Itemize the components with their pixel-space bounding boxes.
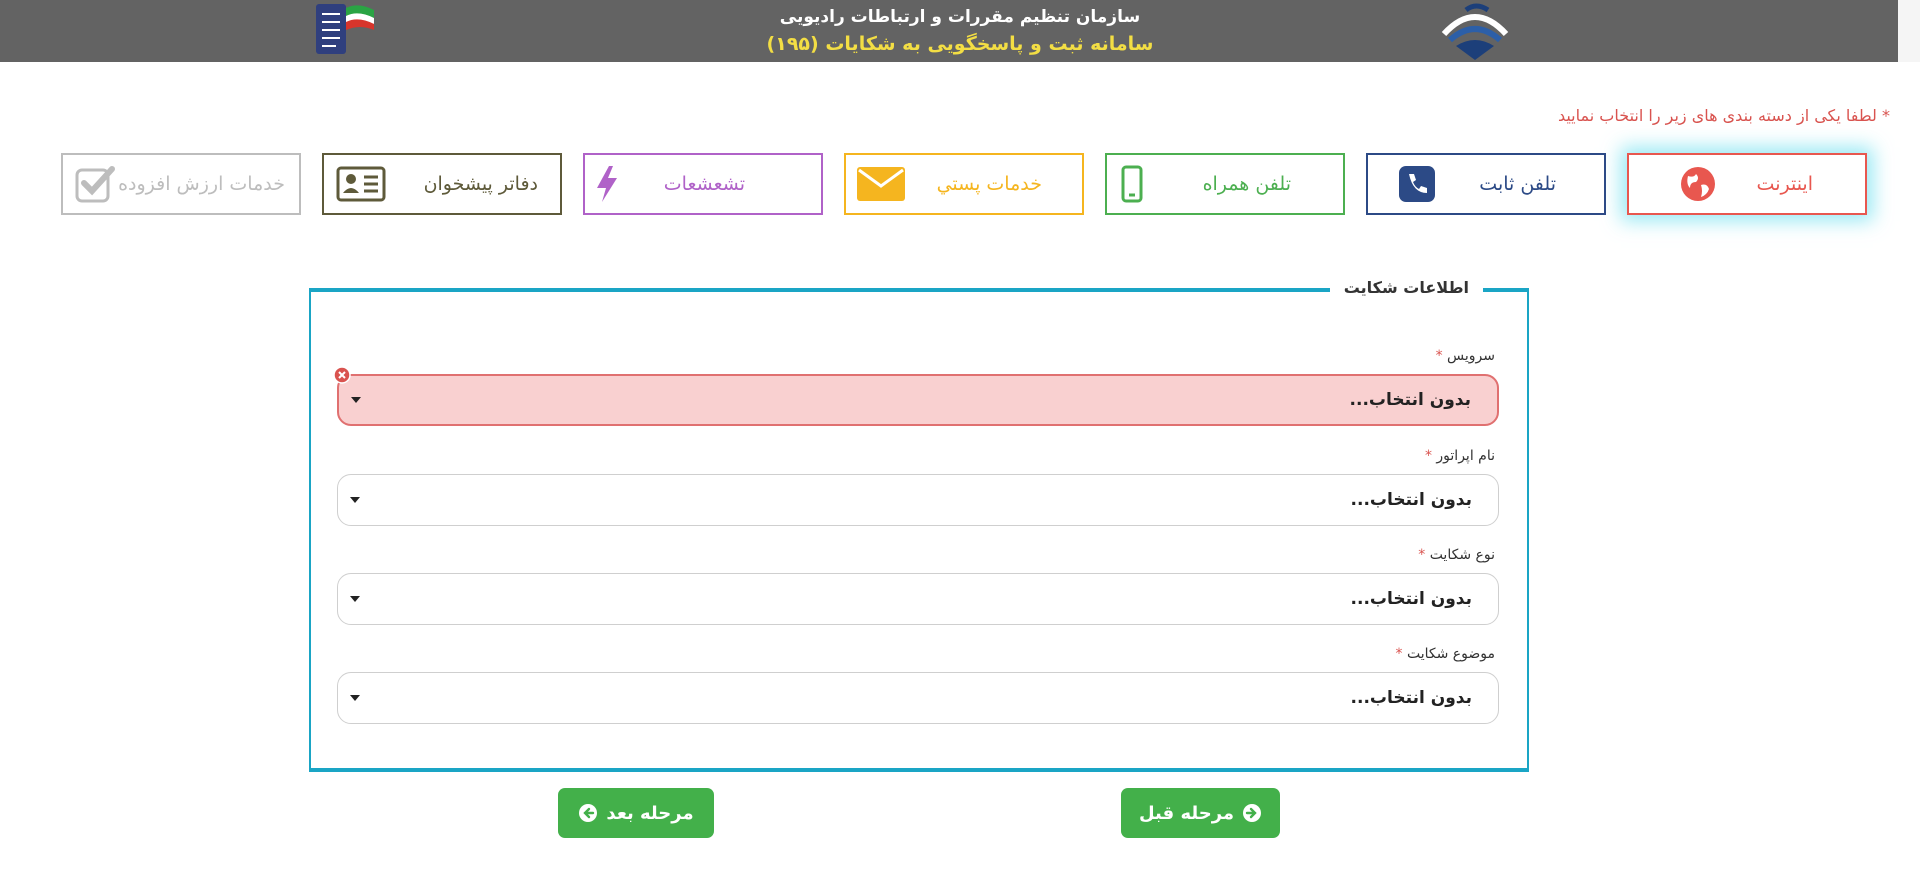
complaint-type-select-value: بدون انتخاب... (1350, 589, 1472, 609)
mobile-icon (1121, 165, 1143, 203)
caret-down-icon (351, 397, 361, 403)
category-internet[interactable]: اینترنت (1627, 153, 1867, 215)
required-asterisk: * (1435, 348, 1443, 364)
globe-icon (1681, 167, 1715, 201)
category-service-offices[interactable]: دفاتر پيشخوان (322, 153, 562, 215)
category-radiation[interactable]: تشعشعات (583, 153, 823, 215)
category-instruction: * لطفا یکی از دسته بندی های زیر را انتخا… (1558, 106, 1890, 125)
caret-down-icon (350, 596, 360, 602)
scrollbar-top[interactable] (1898, 0, 1920, 62)
category-postal[interactable]: خدمات پستي (844, 153, 1084, 215)
category-landline-label: تلفن ثابت (1479, 173, 1556, 195)
next-step-label: مرحله بعد (606, 802, 694, 824)
arrow-circle-right-icon (1243, 804, 1262, 822)
caret-down-icon (350, 695, 360, 701)
complaint-type-select[interactable]: بدون انتخاب... (337, 573, 1499, 625)
complaint-type-label: نوع شکایت * (1418, 547, 1495, 563)
error-icon (333, 366, 351, 384)
category-postal-label: خدمات پستي (936, 173, 1042, 195)
required-asterisk: * (1418, 547, 1426, 563)
operator-select[interactable]: بدون انتخاب... (337, 474, 1499, 526)
category-service-offices-label: دفاتر پيشخوان (423, 173, 538, 195)
required-asterisk: * (1882, 106, 1890, 125)
category-mobile[interactable]: تلفن همراه (1105, 153, 1345, 215)
category-internet-label: اینترنت (1756, 173, 1813, 195)
category-landline[interactable]: تلفن ثابت (1366, 153, 1606, 215)
category-mobile-label: تلفن همراه (1202, 173, 1291, 195)
category-value-added-label: خدمات ارزش افزوده (118, 173, 285, 195)
panel-title: اطلاعات شکایت (1329, 278, 1483, 297)
service-select[interactable]: بدون انتخاب... (333, 366, 1499, 426)
id-card-icon (336, 166, 386, 202)
operator-label: نام اپراتور * (1424, 448, 1495, 464)
next-step-button[interactable]: مرحله بعد (558, 788, 714, 838)
complaint-subject-select[interactable]: بدون انتخاب... (337, 672, 1499, 724)
required-asterisk: * (1395, 646, 1403, 662)
complaint-info-panel: اطلاعات شکایت سرویس * بدون انتخاب... نام… (309, 278, 1529, 772)
complaint-subject-select-value: بدون انتخاب... (1350, 688, 1472, 708)
previous-step-label: مرحله قبل (1138, 802, 1235, 824)
app-header: سازمان تنظیم مقررات و ارتباطات رادیویی س… (0, 0, 1920, 62)
previous-step-button[interactable]: مرحله قبل (1121, 788, 1280, 838)
lightning-icon (597, 166, 617, 202)
caret-down-icon (350, 497, 360, 503)
category-value-added[interactable]: خدمات ارزش افزوده (61, 153, 301, 215)
envelope-icon (857, 167, 905, 201)
checkbox-icon (75, 166, 115, 203)
category-radiation-label: تشعشعات (663, 173, 745, 195)
service-select-value: بدون انتخاب... (1349, 390, 1471, 410)
instruction-text: لطفا یکی از دسته بندی های زیر را انتخاب … (1557, 106, 1877, 125)
operator-select-value: بدون انتخاب... (1350, 490, 1472, 510)
system-title: سامانه ثبت و پاسخگویی به شکایات (۱۹۵) (766, 33, 1154, 55)
required-asterisk: * (1424, 448, 1432, 464)
organization-title: سازمان تنظیم مقررات و ارتباطات رادیویی (779, 7, 1141, 27)
cra-logo-icon (1441, 3, 1509, 60)
complaint-subject-label: موضوع شکایت * (1395, 646, 1495, 662)
service-label: سرویس * (1435, 348, 1495, 364)
arrow-circle-left-icon (579, 804, 598, 822)
phone-icon (1399, 166, 1435, 202)
